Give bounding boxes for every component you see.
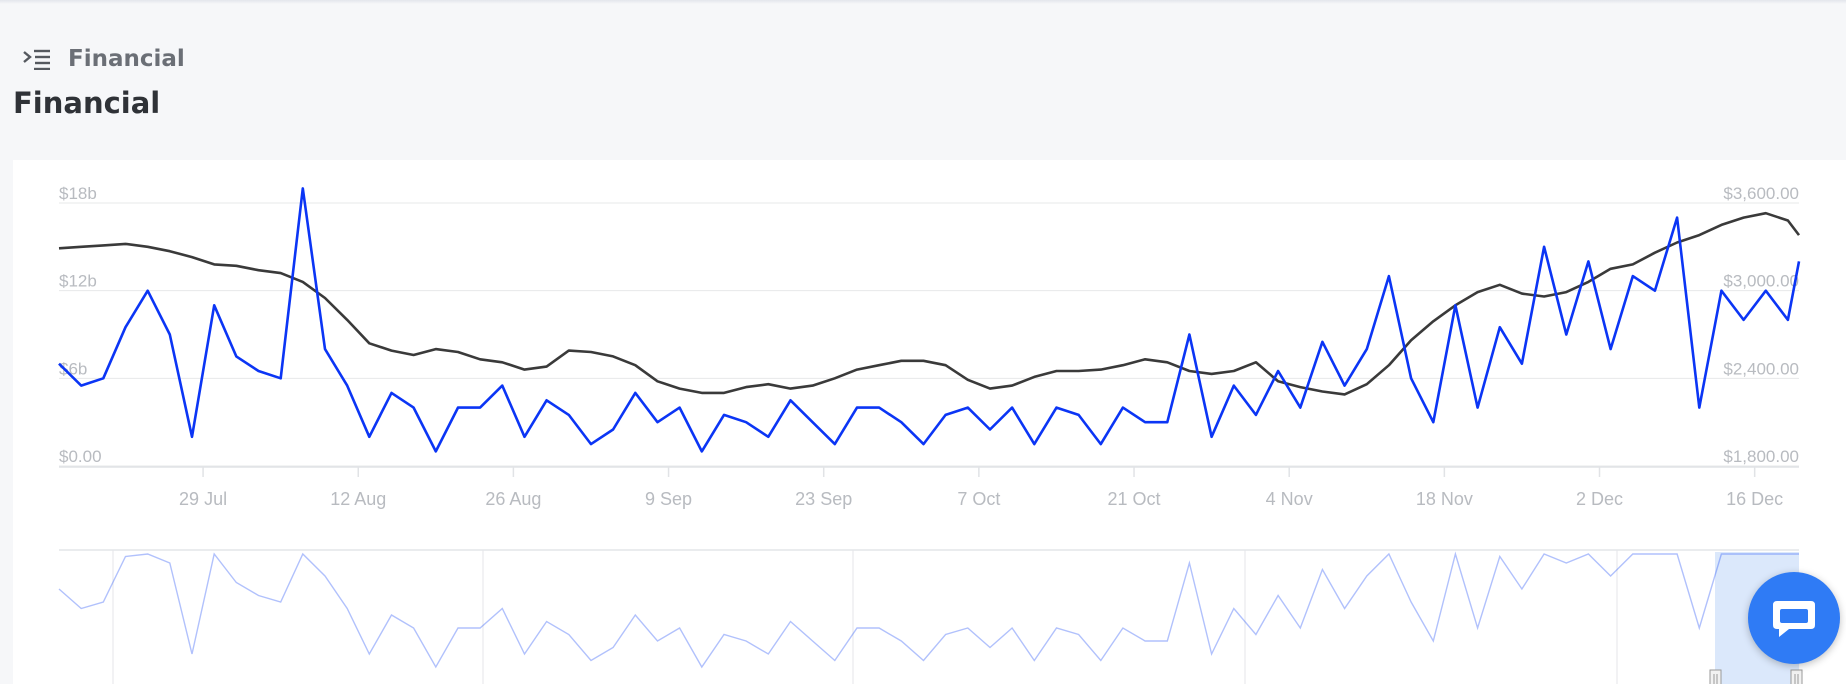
y-right-tick-label: $3,000.00 — [1723, 272, 1799, 291]
chat-launcher-button[interactable] — [1748, 572, 1840, 664]
y-left-tick-label: $0.00 — [59, 447, 102, 466]
x-axis-tick-label: 26 Aug — [485, 489, 541, 509]
y-right-tick-label: $1,800.00 — [1723, 447, 1799, 466]
x-axis-tick-label: 7 Oct — [957, 489, 1000, 509]
series-line-blue[interactable] — [58, 187, 1801, 453]
navigator-series — [58, 551, 1799, 669]
x-axis-tick-label: 18 Nov — [1416, 489, 1473, 509]
page-title: Financial — [13, 86, 161, 120]
x-axis-tick-label: 29 Jul — [179, 489, 227, 509]
y-left-tick-label: $18b — [59, 184, 97, 203]
chart-panel: $0.00 $6b $12b $18b $1,800.00 $2,400.00 $3,000… — [13, 160, 1846, 684]
x-axis-tick-label: 2 Dec — [1576, 489, 1623, 509]
top-bar-edge — [0, 0, 1846, 4]
x-axis-tick-label: 12 Aug — [330, 489, 386, 509]
x-axis-tick-label: 4 Nov — [1266, 489, 1313, 509]
navigator-handle[interactable] — [1790, 669, 1803, 684]
x-axis-tick-label: 21 Oct — [1108, 489, 1161, 509]
chat-bubble-icon — [1773, 601, 1815, 637]
indent-menu-icon[interactable] — [22, 48, 52, 71]
breadcrumb: Financial — [22, 46, 185, 72]
y-right-tick-label: $2,400.00 — [1723, 359, 1799, 378]
breadcrumb-label[interactable]: Financial — [68, 46, 185, 72]
y-right-tick-label: $3,600.00 — [1723, 184, 1799, 203]
x-axis-tick-label: 23 Sep — [795, 489, 852, 509]
navigator-handle[interactable] — [1709, 669, 1722, 684]
x-axis-tick-label: 9 Sep — [645, 489, 692, 509]
y-left-tick-label: $12b — [59, 272, 97, 291]
x-axis-tick-label: 16 Dec — [1726, 489, 1783, 509]
financial-line-chart[interactable]: $0.00$6b$12b$18b$1,800.00$2,400.00$3,000… — [13, 160, 1846, 684]
